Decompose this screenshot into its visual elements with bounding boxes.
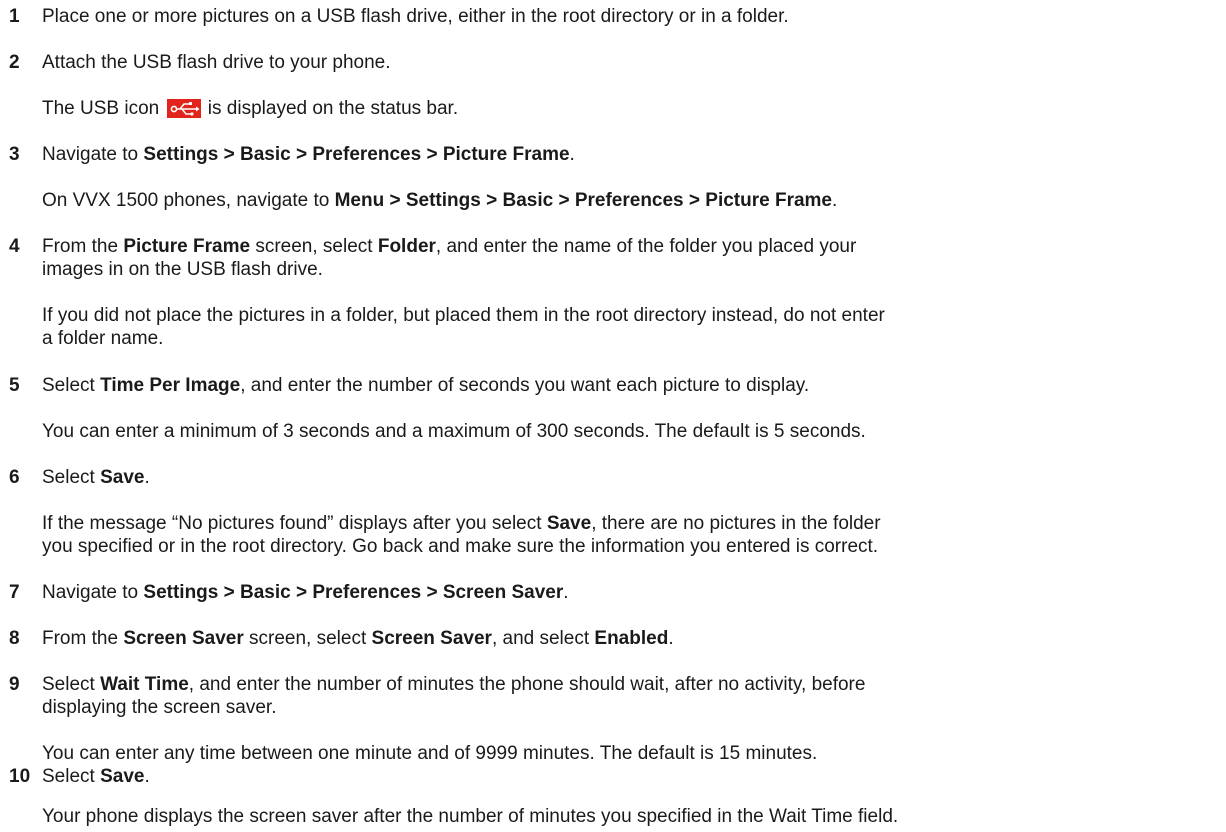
option-name: Save — [100, 467, 145, 488]
step-text: Select Save. — [42, 764, 150, 790]
option-name: Save — [546, 513, 592, 534]
text-segment: , and select — [491, 628, 590, 649]
step-number: 1 — [9, 6, 20, 27]
text-segment: Select — [42, 375, 95, 396]
text-segment: . — [832, 190, 838, 211]
step-number: 3 — [9, 144, 20, 165]
step-note: Your phone displays the screen saver aft… — [42, 806, 899, 827]
text-segment: screen, select — [255, 236, 373, 257]
note-text-after: is displayed on the status bar. — [207, 98, 459, 119]
option-name: Folder — [377, 236, 436, 257]
text-segment: . — [144, 467, 150, 488]
text-segment: Select — [42, 674, 95, 695]
text-segment: , and enter the name of the folder you p… — [435, 236, 857, 257]
menu-path: Settings > Basic > Preferences > Picture… — [143, 144, 570, 165]
step-number: 8 — [9, 628, 20, 649]
menu-path: Menu > Settings > Basic > Preferences > … — [334, 190, 832, 211]
step-note: The USB icon is displayed on the status … — [42, 96, 458, 122]
text-segment: Select — [42, 766, 95, 787]
note-text-before: The USB icon — [42, 98, 160, 119]
text-segment: , there are no pictures in the folder — [591, 513, 881, 534]
text-segment: From the — [42, 628, 119, 649]
text-segment: Navigate to — [42, 144, 139, 165]
text-segment: screen, select — [249, 628, 367, 649]
text-segment: , and enter the number of minutes the ph… — [188, 674, 866, 695]
step-number: 4 — [9, 236, 20, 257]
text-segment: . — [569, 144, 575, 165]
step-text: Place one or more pictures on a USB flas… — [42, 6, 789, 27]
text-segment: Navigate to — [42, 582, 139, 603]
step-text: Navigate to Settings > Basic > Preferenc… — [42, 580, 569, 606]
step-text-continued: displaying the screen saver. — [42, 697, 277, 718]
step-text: Navigate to Settings > Basic > Preferenc… — [42, 142, 575, 168]
option-value: Enabled — [594, 628, 669, 649]
step-number: 5 — [9, 375, 20, 396]
step-note-continued: a folder name. — [42, 328, 164, 349]
text-segment: On VVX 1500 phones, navigate to — [42, 190, 330, 211]
step-text: Select Time Per Image, and enter the num… — [42, 373, 809, 399]
screen-name: Picture Frame — [123, 236, 251, 257]
text-segment: , and enter the number of seconds you wa… — [240, 375, 810, 396]
text-segment: From the — [42, 236, 119, 257]
usb-icon — [166, 99, 201, 118]
menu-path: Settings > Basic > Preferences > Screen … — [143, 582, 564, 603]
step-text: Attach the USB flash drive to your phone… — [42, 52, 391, 73]
step-note-continued: you specified or in the root directory. … — [42, 536, 879, 557]
step-note: If you did not place the pictures in a f… — [42, 305, 885, 326]
text-segment: Select — [42, 467, 95, 488]
step-note: On VVX 1500 phones, navigate to Menu > S… — [42, 188, 837, 214]
text-segment: . — [668, 628, 674, 649]
step-number: 6 — [9, 467, 20, 488]
step-note: You can enter a minimum of 3 seconds and… — [42, 421, 866, 442]
text-segment: . — [144, 766, 150, 787]
text-segment: If the message “No pictures found” displ… — [42, 513, 542, 534]
step-text: Select Save. — [42, 465, 150, 491]
step-text: From the Screen Saver screen, select Scr… — [42, 626, 674, 652]
option-name: Wait Time — [100, 674, 189, 695]
step-number: 2 — [9, 52, 20, 73]
option-name: Save — [100, 766, 145, 787]
step-number: 7 — [9, 582, 20, 603]
screen-name: Screen Saver — [123, 628, 244, 649]
usb-icon-graphic — [166, 99, 201, 118]
option-name: Screen Saver — [371, 628, 492, 649]
step-text-continued: images in on the USB flash drive. — [42, 259, 323, 280]
step-number: 10 — [9, 766, 31, 787]
step-number: 9 — [9, 674, 20, 695]
step-note: You can enter any time between one minut… — [42, 743, 818, 764]
option-name: Time Per Image — [100, 375, 241, 396]
instruction-page: 1 Place one or more pictures on a USB fl… — [0, 0, 1226, 832]
text-segment: . — [563, 582, 569, 603]
